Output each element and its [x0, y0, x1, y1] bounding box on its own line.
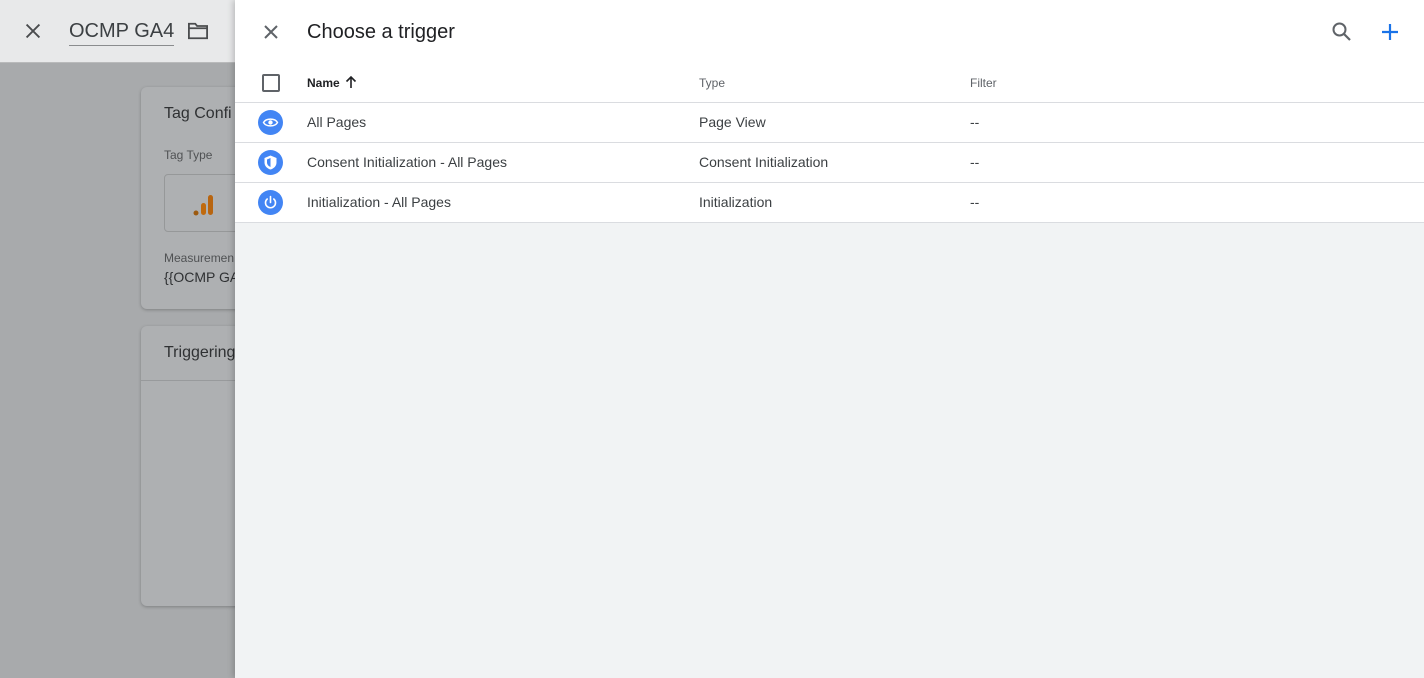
trigger-filter: --	[970, 194, 980, 210]
trigger-type: Initialization	[699, 194, 773, 210]
search-icon[interactable]	[1329, 19, 1355, 45]
table-row[interactable]: Consent Initialization - All Pages Conse…	[235, 143, 1424, 183]
eye-icon	[258, 110, 283, 135]
tag-type-label: Tag Type	[164, 148, 213, 162]
card-title: Tag Confi	[164, 105, 232, 122]
shield-icon	[258, 150, 283, 175]
folder-icon[interactable]	[187, 21, 209, 41]
page-title: Choose a trigger	[307, 21, 455, 43]
measurement-label: Measuremen	[164, 251, 235, 265]
close-icon[interactable]	[22, 20, 44, 42]
column-header-type: Type	[699, 76, 726, 90]
trigger-filter: --	[970, 114, 980, 130]
trigger-type: Page View	[699, 114, 766, 130]
panel-header: Choose a trigger	[235, 0, 1424, 64]
close-icon[interactable]	[259, 20, 283, 44]
trigger-table: Name Type Filter All Pages Page View -- …	[235, 64, 1424, 223]
trigger-filter: --	[970, 154, 980, 170]
add-icon[interactable]	[1377, 19, 1403, 45]
table-row[interactable]: All Pages Page View --	[235, 103, 1424, 143]
trigger-name: Consent Initialization - All Pages	[307, 154, 507, 170]
tag-name-field[interactable]: OCMP GA4	[69, 19, 175, 46]
select-all-checkbox[interactable]	[262, 74, 280, 92]
table-header: Name Type Filter	[235, 64, 1424, 103]
trigger-name: Initialization - All Pages	[307, 194, 451, 210]
card-title: Triggering	[164, 344, 236, 361]
analytics-icon	[193, 195, 213, 216]
table-row[interactable]: Initialization - All Pages Initializatio…	[235, 183, 1424, 223]
arrow-up-icon[interactable]	[344, 74, 358, 90]
column-header-filter: Filter	[970, 76, 997, 90]
power-icon	[258, 190, 283, 215]
trigger-type: Consent Initialization	[699, 154, 829, 170]
choose-trigger-panel: Choose a trigger Name Type Filter All Pa…	[235, 0, 1424, 678]
trigger-name: All Pages	[307, 114, 367, 130]
measurement-value: {{OCMP GA	[164, 269, 240, 285]
column-header-name[interactable]: Name	[307, 76, 340, 90]
